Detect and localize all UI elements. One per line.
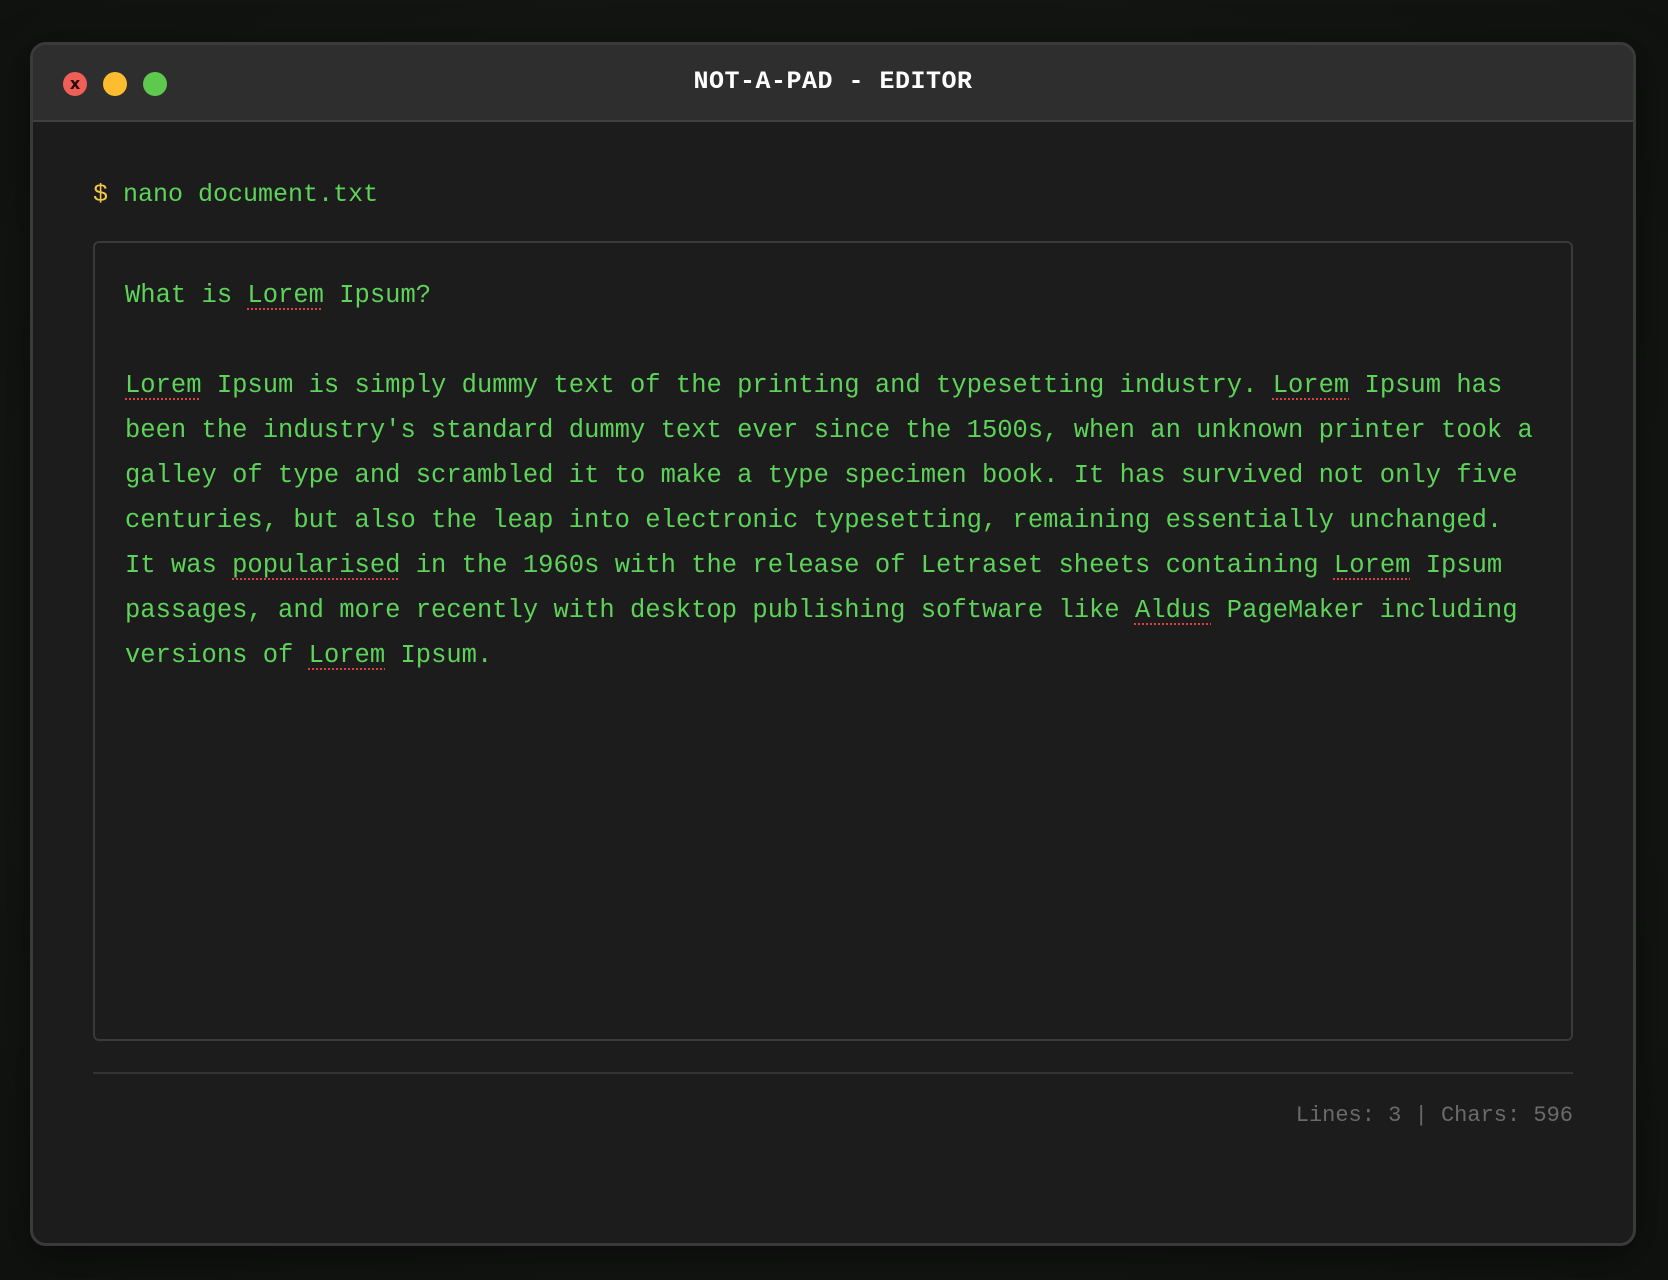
editor-window: x NOT-A-PAD - EDITOR $ nano document.txt… (30, 42, 1636, 1246)
prompt-command: nano document.txt (123, 180, 379, 209)
title-bar[interactable]: x NOT-A-PAD - EDITOR (33, 45, 1633, 122)
status-bar-counts: Lines: 3 | Chars: 596 (1295, 1103, 1573, 1128)
document-heading[interactable]: What is Lorem Ipsum? (125, 273, 1541, 318)
heading-text: What is (125, 281, 248, 310)
misspelled-word[interactable]: Lorem (1273, 371, 1350, 400)
body-text: Ipsum. (385, 641, 493, 670)
document-body[interactable]: Lorem Ipsum is simply dummy text of the … (125, 363, 1541, 678)
misspelled-word[interactable]: Lorem (1334, 551, 1411, 580)
misspelled-word[interactable]: Aldus (1135, 596, 1212, 625)
status-divider (93, 1072, 1573, 1074)
misspelled-word[interactable]: Lorem (247, 281, 324, 310)
window-title: NOT-A-PAD - EDITOR (693, 67, 973, 96)
body-text: Ipsum has been the industry's standard d… (125, 371, 1533, 580)
body-text: in the 1960s with the release of Letrase… (400, 551, 1334, 580)
misspelled-word[interactable]: Lorem (125, 371, 202, 400)
body-text: Ipsum is simply dummy text of the printi… (201, 371, 1273, 400)
heading-text: Ipsum? (323, 281, 432, 310)
prompt-symbol: $ (93, 180, 109, 209)
command-prompt: $ nano document.txt (93, 180, 378, 209)
text-editor-area[interactable]: What is Lorem Ipsum? Lorem Ipsum is simp… (93, 241, 1573, 1041)
misspelled-word[interactable]: popularised (232, 551, 400, 580)
misspelled-word[interactable]: Lorem (309, 641, 386, 670)
